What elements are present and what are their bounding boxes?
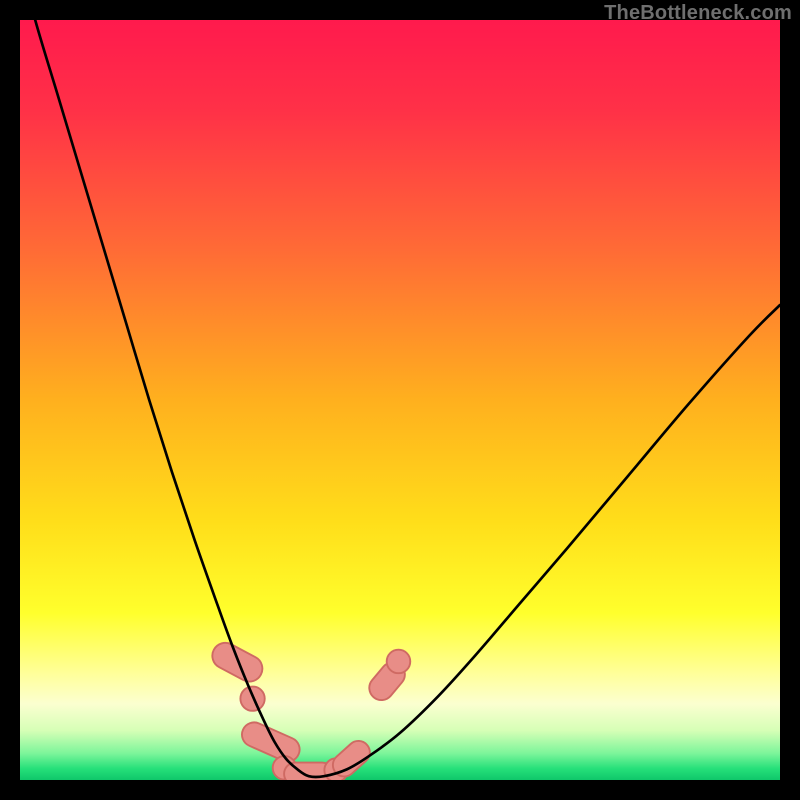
- curve-marker: [238, 719, 303, 766]
- bottleneck-curve: [20, 20, 780, 780]
- chart-frame: TheBottleneck.com: [0, 0, 800, 800]
- curve-marker: [387, 650, 411, 674]
- plot-area: [20, 20, 780, 780]
